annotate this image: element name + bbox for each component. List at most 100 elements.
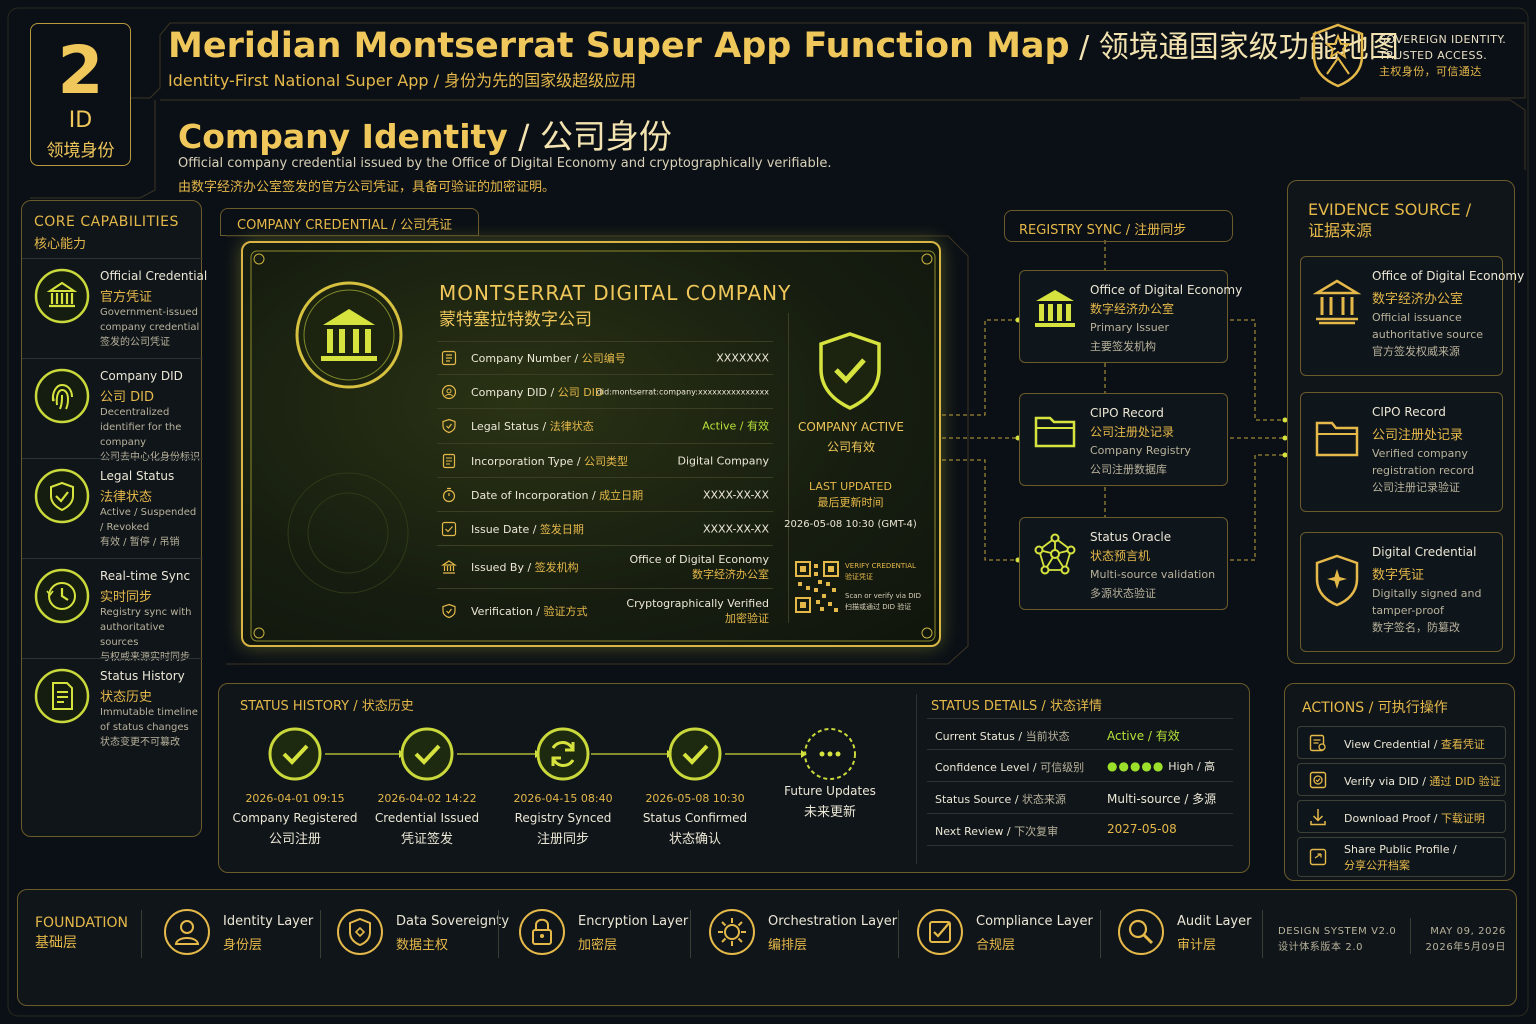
detail-key-cn: 当前状态	[1025, 730, 1070, 743]
capability-legal-status[interactable]: Legal Status 法律状态 Active / Suspended / R…	[22, 458, 203, 558]
qr-hint: Scan or verify via DID	[845, 592, 922, 600]
history-step-status-confirmed[interactable]: 2026-05-08 10:30 Status Confirmed 状态确认	[625, 726, 765, 847]
divider	[320, 910, 321, 958]
action-label: View Credential / 查看凭证	[1344, 738, 1485, 751]
download-proof-button[interactable]: Download Proof / 下载证明	[1297, 800, 1506, 833]
row-label: Issue Date / 签发日期	[471, 522, 584, 536]
qr-code-icon[interactable]	[795, 561, 839, 613]
evidence-desc: Digitally signed and tamper-proof 数字签名，防篡…	[1372, 585, 1502, 636]
row-label-en: Issued By	[471, 561, 524, 574]
registry-status-oracle[interactable]: Status Oracle 状态预言机 Multi-source validat…	[1019, 517, 1228, 610]
shield-check-icon	[33, 467, 91, 525]
caps-heading-en: CORE CAPABILITIES	[34, 214, 179, 230]
evidence-digital-credential[interactable]: Digital Credential 数字凭证 Digitally signed…	[1300, 532, 1503, 652]
verify-via-did-button[interactable]: Verify via DID / 通过 DID 验证	[1297, 763, 1506, 796]
row-value: Digital Company	[677, 454, 769, 467]
registry-desc-cn: 主要签发机构	[1090, 340, 1156, 353]
divider	[1262, 910, 1263, 958]
cap-desc-en: Immutable timeline of status changes	[100, 707, 198, 733]
qr-title: VERIFY CREDENTIAL	[845, 562, 916, 570]
sov-line-2: TRUSTED ACCESS.	[1379, 49, 1488, 62]
cap-title-cn: 实时同步	[100, 590, 153, 605]
registry-title-cn: 数字经济办公室	[1090, 302, 1175, 316]
check-icon	[625, 726, 765, 782]
share-public-profile-button[interactable]: Share Public Profile / 分享公开档案	[1297, 837, 1506, 877]
details-heading: STATUS DETAILS / 状态详情	[931, 699, 1102, 714]
last-updated-label-cn: 最后更新时间	[817, 496, 884, 509]
row-label: Company DID / 公司 DID	[471, 385, 604, 399]
check-icon	[225, 726, 365, 782]
divider	[898, 910, 899, 958]
cred-row-incorporation-date: Date of Incorporation / 成立日期 XXXX-XX-XX	[437, 478, 773, 512]
sovereign-tagline: SOVEREIGN IDENTITY. TRUSTED ACCESS. 主权身份…	[1379, 32, 1506, 80]
foundation-label: Compliance Layer	[976, 914, 1093, 929]
action-label: Download Proof / 下载证明	[1344, 812, 1485, 825]
evidence-source-panel: EVIDENCE SOURCE / 证据来源 Office of Digital…	[1287, 180, 1524, 664]
row-label: Date of Incorporation / 成立日期	[471, 488, 644, 502]
page-title-cn: 公司身份	[539, 117, 672, 156]
detail-key-cn: 下次复审	[1014, 825, 1059, 838]
details-heading-cn: 状态详情	[1049, 699, 1102, 714]
card-divider	[788, 313, 789, 623]
history-step-company-registered[interactable]: 2026-04-01 09:15 Company Registered 公司注册	[225, 726, 365, 847]
row-value-status: Active / 有效	[702, 419, 769, 433]
registry-cipo-record[interactable]: CIPO Record 公司注册处记录 Company Registry 公司注…	[1019, 393, 1228, 486]
page-description: Official company credential issued by th…	[178, 156, 832, 171]
shield-check-big-icon	[817, 331, 883, 411]
capability-status-history[interactable]: Status History 状态历史 Immutable timeline o…	[22, 658, 203, 758]
foundation-heading-en: FOUNDATION	[35, 915, 128, 931]
step-label-cn: 未来更新	[803, 805, 856, 820]
registry-title: Status Oracle	[1090, 530, 1172, 544]
last-updated-label: LAST UPDATED	[809, 480, 892, 493]
detail-key: Status Source / 状态来源	[935, 793, 1067, 806]
capability-company-did[interactable]: Company DID 公司 DID Decentralized identif…	[22, 358, 203, 463]
row-label-en: Issue Date	[471, 522, 530, 536]
design-system-version: DESIGN SYSTEM V2.0 设计体系版本 2.0	[1278, 924, 1396, 956]
company-credential-card[interactable]: MONTSERRAT DIGITAL COMPANY 蒙特塞拉特数字公司 Com…	[241, 241, 941, 647]
capability-official-credential[interactable]: Official Credential 官方凭证 Government-issu…	[22, 258, 207, 358]
company-name: MONTSERRAT DIGITAL COMPANY	[439, 281, 792, 305]
company-name-cn: 蒙特塞拉特数字公司	[439, 310, 592, 330]
evidence-title: Office of Digital Economy	[1372, 269, 1525, 283]
cap-desc-cn: 状态变更不可篡改	[100, 737, 180, 748]
confidence-dots: ●●●●●	[1107, 759, 1165, 773]
evidence-cipo-record[interactable]: CIPO Record 公司注册处记录 Verified company reg…	[1300, 392, 1503, 512]
step-date: 2026-04-15 08:40	[513, 792, 613, 805]
view-credential-button[interactable]: View Credential / 查看凭证	[1297, 726, 1506, 759]
step-date: 2026-05-08 10:30	[645, 792, 745, 805]
row-value: XXXX-XX-XX	[702, 488, 769, 501]
history-step-future-updates[interactable]: Future Updates 未来更新	[760, 726, 900, 820]
release-date: MAY 09, 2026 2026年5月09日	[1418, 924, 1506, 956]
detail-status-source: Status Source / 状态来源 Multi-source / 多源	[927, 782, 1233, 814]
foundation-label: Orchestration Layer	[768, 914, 898, 929]
shield-star-icon	[1313, 553, 1361, 607]
design-system-en: DESIGN SYSTEM V2.0	[1278, 926, 1397, 937]
status-history-panel: STATUS HISTORY / 状态历史 2026-04-01 09:15 C…	[218, 683, 1250, 873]
sync-icon	[493, 726, 633, 782]
detail-value-text: High / 高	[1168, 760, 1216, 773]
detail-key: Confidence Level / 可信级别	[935, 761, 1085, 774]
more-icon	[760, 726, 900, 782]
step-label-cn: 公司注册	[268, 832, 321, 847]
detail-next-review: Next Review / 下次复审 2027-05-08	[927, 814, 1233, 846]
history-step-registry-synced[interactable]: 2026-04-15 08:40 Registry Synced 注册同步	[493, 726, 633, 847]
evidence-heading-en: EVIDENCE SOURCE /	[1308, 200, 1472, 219]
foundation-bar: FOUNDATION 基础层 Identity Layer 身份层 Data S…	[17, 889, 1517, 1006]
registry-sync-tab[interactable]: REGISTRY SYNC / 注册同步	[1004, 210, 1233, 242]
registry-desc: Company Registry	[1090, 444, 1191, 457]
cap-title-cn: 法律状态	[100, 490, 153, 505]
step-label: Future Updates	[784, 784, 876, 798]
actions-heading: ACTIONS / 可执行操作	[1302, 700, 1448, 716]
actions-panel: ACTIONS / 可执行操作 View Credential / 查看凭证 V…	[1284, 683, 1515, 881]
evidence-office-digital-economy[interactable]: Office of Digital Economy 数字经济办公室 Offici…	[1300, 256, 1524, 376]
capability-realtime-sync[interactable]: Real-time Sync 实时同步 Registry sync with a…	[22, 558, 203, 663]
detail-key: Next Review / 下次复审	[935, 825, 1059, 838]
registry-office-digital-economy[interactable]: Office of Digital Economy 数字经济办公室 Primar…	[1019, 270, 1242, 363]
detail-key-en: Next Review	[935, 825, 1004, 838]
sov-line-1: SOVEREIGN IDENTITY.	[1379, 33, 1507, 46]
history-step-credential-issued[interactable]: 2026-04-02 14:22 Credential Issued 凭证签发	[357, 726, 497, 847]
detail-key: Current Status / 当前状态	[935, 730, 1070, 743]
caps-heading: CORE CAPABILITIES 核心能力	[34, 214, 179, 252]
detail-key-en: Confidence Level	[935, 761, 1030, 774]
row-value-did[interactable]: did:montserrat:company:xxxxxxxxxxxxxxx	[597, 384, 769, 399]
